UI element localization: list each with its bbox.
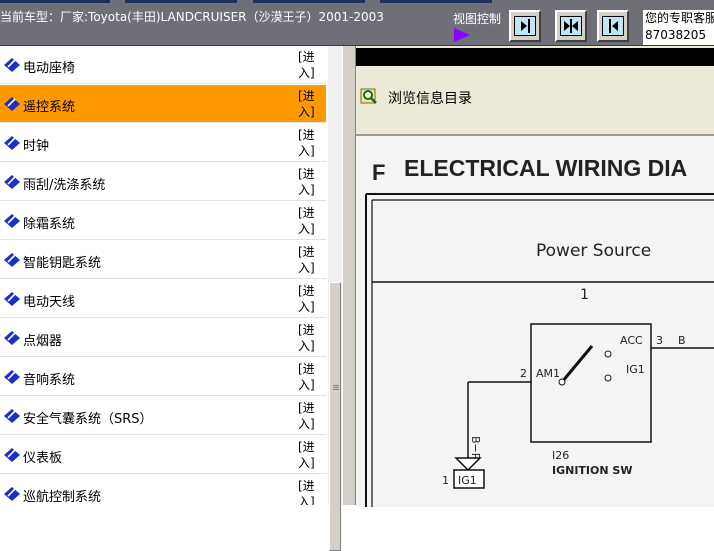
- diamond-bullet-icon: [4, 292, 20, 306]
- pin-label: AM1: [536, 367, 560, 380]
- switch-pivot: [558, 378, 566, 386]
- menu-item[interactable]: 时钟 [进入]: [0, 124, 326, 162]
- wire-label: B−R: [469, 436, 482, 461]
- scrollbar-thumb[interactable]: [329, 282, 341, 551]
- enter-link[interactable]: [进入]: [298, 322, 318, 354]
- diamond-bullet-icon: [4, 331, 20, 345]
- wire-label: B: [678, 334, 686, 347]
- menu-scrollbar[interactable]: [328, 46, 342, 551]
- connector-arrow: [454, 457, 482, 472]
- menu-item-label: 音响系统: [23, 373, 76, 388]
- top-tab[interactable]: [253, 0, 365, 3]
- diagram-heading-letter: F: [372, 160, 385, 185]
- connector-number: 1: [442, 474, 449, 487]
- system-menu: 电动座椅 [进入] 遥控系统 [进入] 时钟 [进入] 雨刮/洗涤系统 [进入] 除霜系统 [进入…: [0, 46, 326, 505]
- enter-link[interactable]: [进入]: [298, 283, 318, 315]
- expand-left-icon: [602, 16, 624, 36]
- menu-item-label: 电动座椅: [23, 61, 76, 76]
- top-bar: 当前车型：厂家:Toyota(丰田)LANDCRUISER（沙漠王子）2001-…: [0, 0, 714, 46]
- view-control-label: 视图控制: [453, 12, 502, 26]
- pane-splitter[interactable]: [342, 46, 356, 505]
- customer-service-number: 87038205: [645, 28, 707, 42]
- browse-directory-label: 浏览信息目录: [388, 91, 472, 107]
- menu-item[interactable]: 巡航控制系统 [进入]: [0, 475, 326, 505]
- section-title: Power Source: [536, 241, 651, 261]
- menu-item-label: 巡航控制系统: [23, 490, 102, 505]
- menu-item[interactable]: 除霜系统 [进入]: [0, 202, 326, 240]
- top-tab[interactable]: [0, 0, 110, 3]
- menu-item-label: 点烟器: [23, 334, 63, 349]
- column-number: 1: [580, 287, 589, 303]
- play-arrow-icon: [454, 28, 470, 42]
- diamond-bullet-icon: [4, 448, 20, 462]
- menu-item-label: 仪表板: [23, 451, 63, 466]
- document-viewer: 浏览信息目录 F ELECTRICAL WIRING DIA Power Sou…: [356, 46, 714, 507]
- diagram-heading: ELECTRICAL WIRING DIA: [404, 155, 687, 181]
- diamond-bullet-icon: [4, 58, 20, 72]
- menu-item[interactable]: 安全气囊系统（SRS） [进入]: [0, 397, 326, 435]
- enter-link[interactable]: [进入]: [298, 127, 318, 159]
- menu-item-label: 遥控系统: [23, 100, 76, 115]
- menu-item-label: 时钟: [23, 139, 50, 154]
- enter-link[interactable]: [进入]: [298, 244, 318, 276]
- split-view-button[interactable]: [555, 10, 587, 42]
- enter-link[interactable]: [进入]: [298, 361, 318, 393]
- diamond-bullet-icon: [4, 253, 20, 267]
- menu-item[interactable]: 智能钥匙系统 [进入]: [0, 241, 326, 279]
- wiring-diagram: F ELECTRICAL WIRING DIA Power Source 1 2…: [356, 134, 714, 507]
- pin-label: ACC: [620, 334, 643, 347]
- menu-item[interactable]: 点烟器 [进入]: [0, 319, 326, 357]
- magnifier-icon: [360, 88, 377, 104]
- enter-link[interactable]: [进入]: [298, 478, 318, 505]
- viewer-title-bar: [356, 48, 714, 66]
- menu-item[interactable]: 电动座椅 [进入]: [0, 46, 326, 84]
- pin-label: 3: [656, 334, 663, 347]
- enter-link[interactable]: [进入]: [298, 400, 318, 432]
- diamond-bullet-icon: [4, 175, 20, 189]
- top-tab[interactable]: [380, 0, 492, 3]
- enter-link[interactable]: [进入]: [298, 49, 318, 81]
- menu-item[interactable]: 仪表板 [进入]: [0, 436, 326, 474]
- diamond-bullet-icon: [4, 214, 20, 228]
- enter-link[interactable]: [进入]: [298, 166, 318, 198]
- menu-item-label: 智能钥匙系统: [23, 256, 102, 271]
- component-name: IGNITION SW: [552, 464, 632, 477]
- connector-label: IG1: [458, 474, 477, 487]
- pin-label: 2: [520, 367, 527, 380]
- menu-item[interactable]: 音响系统 [进入]: [0, 358, 326, 396]
- expand-right-icon: [514, 16, 536, 36]
- top-tab[interactable]: [125, 0, 237, 3]
- menu-item-label: 雨刮/洗涤系统: [23, 178, 106, 193]
- diamond-bullet-icon: [4, 97, 20, 111]
- menu-item[interactable]: 电动天线 [进入]: [0, 280, 326, 318]
- diamond-bullet-icon: [4, 487, 20, 501]
- menu-item-label: 安全气囊系统（SRS）: [23, 412, 153, 427]
- current-vehicle-label: 当前车型：厂家:Toyota(丰田)LANDCRUISER（沙漠王子）2001-…: [0, 10, 384, 24]
- customer-service-label: 您的专职客服: [645, 11, 714, 25]
- diamond-bullet-icon: [4, 370, 20, 384]
- customer-service-box: 您的专职客服 87038205: [643, 10, 714, 45]
- enter-link[interactable]: [进入]: [298, 439, 318, 471]
- component-code: I26: [552, 449, 569, 462]
- menu-item[interactable]: 遥控系统 [进入]: [0, 85, 326, 123]
- menu-item-label: 电动天线: [23, 295, 76, 310]
- split-view-icon: [560, 16, 582, 36]
- menu-item-label: 除霜系统: [23, 217, 76, 232]
- diamond-bullet-icon: [4, 409, 20, 423]
- menu-item[interactable]: 雨刮/洗涤系统 [进入]: [0, 163, 326, 201]
- enter-link[interactable]: [进入]: [298, 205, 318, 237]
- top-tab-strip: [0, 0, 714, 5]
- switch-terminal: [604, 350, 612, 358]
- expand-left-button[interactable]: [597, 10, 629, 42]
- enter-link[interactable]: [进入]: [298, 88, 318, 120]
- expand-right-button[interactable]: [509, 10, 541, 42]
- switch-terminal: [604, 374, 612, 382]
- pin-label: IG1: [626, 363, 645, 376]
- diamond-bullet-icon: [4, 136, 20, 150]
- switch-contact: [560, 345, 594, 383]
